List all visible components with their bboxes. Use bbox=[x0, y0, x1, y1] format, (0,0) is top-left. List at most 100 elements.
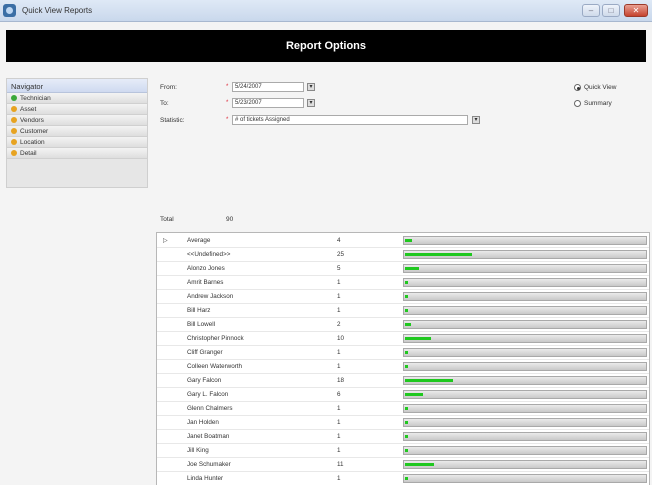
row-bar-fill bbox=[405, 309, 408, 312]
table-row[interactable]: Bill Lowell 2 bbox=[157, 318, 649, 332]
row-count: 18 bbox=[337, 377, 345, 384]
status-dot-icon bbox=[11, 95, 17, 101]
row-bar-fill bbox=[405, 435, 408, 438]
quick-view-radio[interactable]: Quick View bbox=[574, 84, 616, 91]
row-count: 1 bbox=[337, 447, 341, 454]
table-row[interactable]: Andrew Jackson 1 bbox=[157, 290, 649, 304]
sidebar-item-customer[interactable]: Customer bbox=[7, 126, 147, 137]
row-name: Jan Holden bbox=[187, 419, 219, 426]
status-dot-icon bbox=[11, 150, 17, 156]
row-pointer-icon: ▷ bbox=[163, 238, 168, 244]
row-bar-fill bbox=[405, 239, 412, 242]
row-count: 1 bbox=[337, 349, 341, 356]
row-bar-fill bbox=[405, 295, 408, 298]
sidebar-item-label: Vendors bbox=[20, 116, 44, 124]
sidebar-item-label: Location bbox=[20, 138, 45, 146]
sidebar-item-location[interactable]: Location bbox=[7, 137, 147, 148]
row-bar-track bbox=[403, 474, 647, 483]
row-bar-fill bbox=[405, 449, 408, 452]
navigator-list: Technician Asset Vendors Customer Location De… bbox=[7, 93, 147, 159]
sidebar-item-technician[interactable]: Technician bbox=[7, 93, 147, 104]
table-row[interactable]: ▷ Average 4 bbox=[157, 234, 649, 248]
table-row[interactable]: Alonzo Jones 5 bbox=[157, 262, 649, 276]
sidebar-item-vendors[interactable]: Vendors bbox=[7, 115, 147, 126]
table-row[interactable]: Colleen Waterworth 1 bbox=[157, 360, 649, 374]
row-name: Cliff Granger bbox=[187, 349, 223, 356]
sidebar-item-asset[interactable]: Asset bbox=[7, 104, 147, 115]
row-bar-track bbox=[403, 432, 647, 441]
to-required-mark: * bbox=[226, 100, 229, 106]
row-bar-fill bbox=[405, 323, 411, 326]
close-button[interactable]: ✕ bbox=[624, 4, 648, 17]
row-name: Glenn Chalmers bbox=[187, 405, 233, 412]
to-date-field[interactable]: 5/23/2007 bbox=[232, 98, 304, 108]
technician-results-list: ▷ Average 4 <<Undefined>> 25 Alonzo Jones 5 Amr… bbox=[156, 232, 650, 485]
row-bar-track bbox=[403, 376, 647, 385]
from-date-field[interactable]: 5/24/2007 bbox=[232, 82, 304, 92]
table-row[interactable]: Janet Boatman 1 bbox=[157, 430, 649, 444]
sidebar-item-detail[interactable]: Detail bbox=[7, 148, 147, 159]
row-bar-fill bbox=[405, 421, 408, 424]
row-bar-track bbox=[403, 264, 647, 273]
report-app-icon bbox=[3, 4, 16, 17]
table-row[interactable]: Bill Harz 1 bbox=[157, 304, 649, 318]
maximize-button[interactable]: □ bbox=[602, 4, 620, 17]
row-name: Amrit Barnes bbox=[187, 279, 224, 286]
table-row[interactable]: Gary Falcon 18 bbox=[157, 374, 649, 388]
row-bar-track bbox=[403, 320, 647, 329]
row-bar-track bbox=[403, 460, 647, 469]
statistic-required-mark: * bbox=[226, 117, 229, 123]
table-row[interactable]: Cliff Granger 1 bbox=[157, 346, 649, 360]
row-bar-track bbox=[403, 292, 647, 301]
report-options-banner: Report Options bbox=[6, 30, 646, 62]
table-row[interactable]: Jan Holden 1 bbox=[157, 416, 649, 430]
table-row[interactable]: Christopher Pinnock 10 bbox=[157, 332, 649, 346]
row-bar-track bbox=[403, 418, 647, 427]
row-name: Janet Boatman bbox=[187, 433, 230, 440]
to-label: To: bbox=[160, 100, 169, 107]
from-date-dropdown-icon[interactable]: ▾ bbox=[307, 83, 315, 91]
status-dot-icon bbox=[11, 139, 17, 145]
status-dot-icon bbox=[11, 117, 17, 123]
row-count: 1 bbox=[337, 363, 341, 370]
row-bar-fill bbox=[405, 379, 453, 382]
row-count: 10 bbox=[337, 335, 345, 342]
row-bar-track bbox=[403, 250, 647, 259]
table-row[interactable]: Linda Hunter 1 bbox=[157, 472, 649, 485]
summary-label: Summary bbox=[584, 100, 612, 107]
row-bar-track bbox=[403, 390, 647, 399]
row-name: Joe Schumaker bbox=[187, 461, 231, 468]
navigator-header: Navigator bbox=[7, 79, 147, 93]
statistic-label: Statistic: bbox=[160, 117, 185, 124]
row-count: 4 bbox=[337, 237, 341, 244]
statistic-dropdown-icon[interactable]: ▾ bbox=[472, 116, 480, 124]
row-bar-fill bbox=[405, 393, 423, 396]
table-row[interactable]: <<Undefined>> 25 bbox=[157, 248, 649, 262]
total-label: Total bbox=[160, 216, 174, 223]
row-count: 1 bbox=[337, 433, 341, 440]
summary-radio[interactable]: Summary bbox=[574, 100, 612, 107]
row-count: 1 bbox=[337, 307, 341, 314]
table-row[interactable]: Amrit Barnes 1 bbox=[157, 276, 649, 290]
from-label: From: bbox=[160, 84, 177, 91]
minimize-button[interactable]: – bbox=[582, 4, 600, 17]
from-required-mark: * bbox=[226, 84, 229, 90]
row-count: 1 bbox=[337, 279, 341, 286]
table-row[interactable]: Joe Schumaker 11 bbox=[157, 458, 649, 472]
sidebar-item-label: Asset bbox=[20, 105, 37, 113]
row-bar-fill bbox=[405, 281, 408, 284]
row-name: Jill King bbox=[187, 447, 209, 454]
row-count: 1 bbox=[337, 475, 341, 482]
table-row[interactable]: Jill King 1 bbox=[157, 444, 649, 458]
row-count: 2 bbox=[337, 321, 341, 328]
radio-selected-icon bbox=[574, 84, 581, 91]
to-date-dropdown-icon[interactable]: ▾ bbox=[307, 99, 315, 107]
statistic-select[interactable]: # of tickets Assigned bbox=[232, 115, 468, 125]
table-row[interactable]: Gary L. Falcon 6 bbox=[157, 388, 649, 402]
row-bar-fill bbox=[405, 463, 434, 466]
row-name: Gary Falcon bbox=[187, 377, 222, 384]
quick-view-label: Quick View bbox=[584, 84, 617, 91]
table-row[interactable]: Glenn Chalmers 1 bbox=[157, 402, 649, 416]
row-name: Christopher Pinnock bbox=[187, 335, 244, 342]
row-bar-fill bbox=[405, 407, 408, 410]
